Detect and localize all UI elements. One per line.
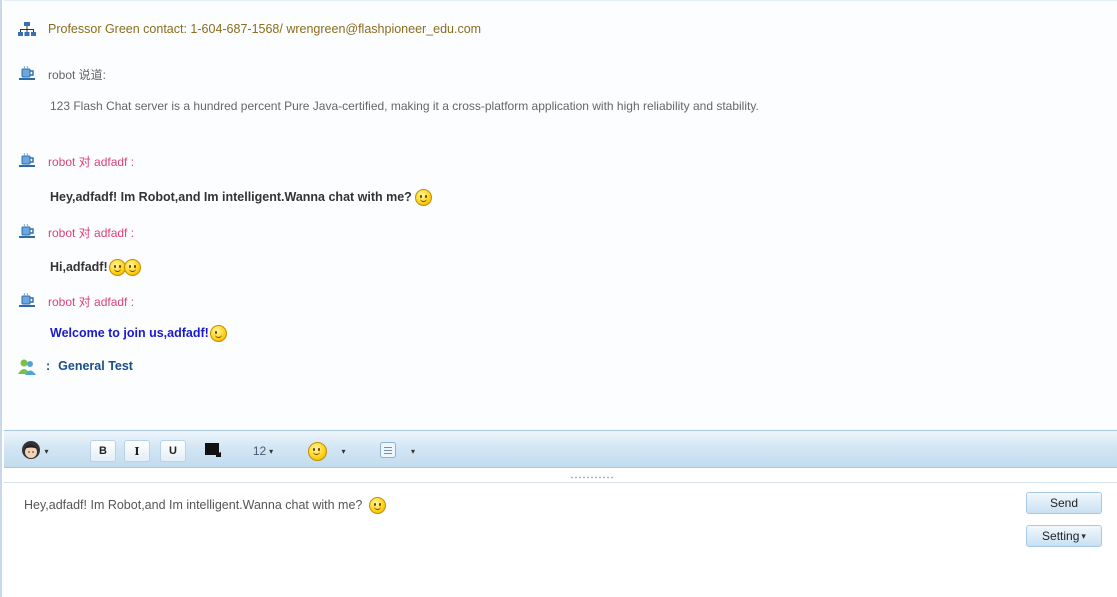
avatar-dropdown[interactable]: ▾ — [14, 440, 56, 462]
message-input[interactable]: Hey,adfadf! Im Robot,and Im intelligent.… — [4, 482, 1117, 597]
message-body: Hey,adfadf! Im Robot,and Im intelligent.… — [50, 187, 432, 207]
chevron-down-icon: ▾ — [269, 446, 274, 456]
emoticon-icon — [308, 441, 328, 461]
message-body: Welcome to join us,adfadf! — [50, 323, 227, 343]
smile-emoticon-icon — [414, 188, 432, 206]
message-sender: robot 说道: — [48, 67, 107, 82]
send-button[interactable]: Send — [1026, 492, 1102, 514]
font-size-dropdown[interactable]: 12 ▾ — [240, 440, 286, 462]
room-line: : General Test — [4, 356, 133, 376]
alignment-dropdown[interactable]: ▾ — [370, 440, 424, 462]
setting-label: Setting — [1042, 529, 1080, 543]
room-prefix: : — [46, 359, 51, 373]
message-header: robot 对 adfadf : — [4, 151, 134, 171]
message-text: Hey,adfadf! Im Robot,and Im intelligent.… — [50, 190, 412, 204]
robot-icon — [18, 65, 36, 82]
chevron-down-icon: ▾ — [410, 446, 415, 456]
formatting-toolbar: ▾ B I U 12 ▾ ▾ ▾ — [4, 430, 1117, 468]
setting-button[interactable]: Setting ▾ — [1026, 525, 1102, 547]
underline-button[interactable]: U — [160, 440, 186, 462]
italic-button[interactable]: I — [124, 440, 150, 462]
message-sender: robot 对 adfadf : — [48, 225, 135, 240]
smile-emoticon-icon — [123, 258, 141, 276]
message-input-text[interactable]: Hey,adfadf! Im Robot,and Im intelligent.… — [24, 497, 386, 514]
wink-emoticon-icon — [209, 324, 227, 342]
message-header: robot 对 adfadf : — [4, 222, 134, 242]
message-text: Welcome to join us,adfadf! — [50, 326, 209, 340]
network-icon — [18, 21, 36, 37]
contact-line: Professor Green contact: 1-604-687-1568/… — [4, 19, 481, 39]
text-color-button[interactable] — [198, 440, 228, 462]
message-body: Hi,adfadf! — [50, 257, 141, 277]
message-header: robot 对 adfadf : — [4, 291, 134, 311]
message-text: Hi,adfadf! — [50, 260, 108, 274]
robot-icon — [18, 152, 36, 169]
chevron-down-icon: ▾ — [341, 446, 346, 456]
chevron-down-icon: ▾ — [1081, 530, 1086, 541]
message-header: robot 说道: — [4, 64, 106, 84]
font-size-value: 12 — [252, 444, 267, 458]
text-color-icon — [204, 442, 222, 461]
room-icon — [17, 358, 36, 375]
message-sender: robot 对 adfadf : — [48, 294, 135, 309]
room-name: General Test — [58, 359, 133, 373]
bold-button[interactable]: B — [90, 440, 116, 462]
message-text: 123 Flash Chat server is a hundred perce… — [50, 99, 759, 113]
robot-icon — [18, 292, 36, 309]
robot-icon — [18, 223, 36, 240]
resize-handle[interactable] — [570, 476, 614, 479]
emoticon-dropdown[interactable]: ▾ — [296, 440, 358, 462]
alignment-icon — [379, 441, 397, 462]
smile-emoticon-icon — [368, 497, 386, 514]
chat-window: Professor Green contact: 1-604-687-1568/… — [0, 0, 1117, 597]
chevron-down-icon: ▾ — [44, 446, 49, 456]
message-area[interactable]: Professor Green contact: 1-604-687-1568/… — [4, 0, 1117, 430]
message-sender: robot 对 adfadf : — [48, 154, 135, 169]
contact-text: Professor Green contact: 1-604-687-1568/… — [48, 22, 482, 36]
avatar-icon — [21, 440, 41, 463]
input-value: Hey,adfadf! Im Robot,and Im intelligent.… — [24, 497, 363, 512]
